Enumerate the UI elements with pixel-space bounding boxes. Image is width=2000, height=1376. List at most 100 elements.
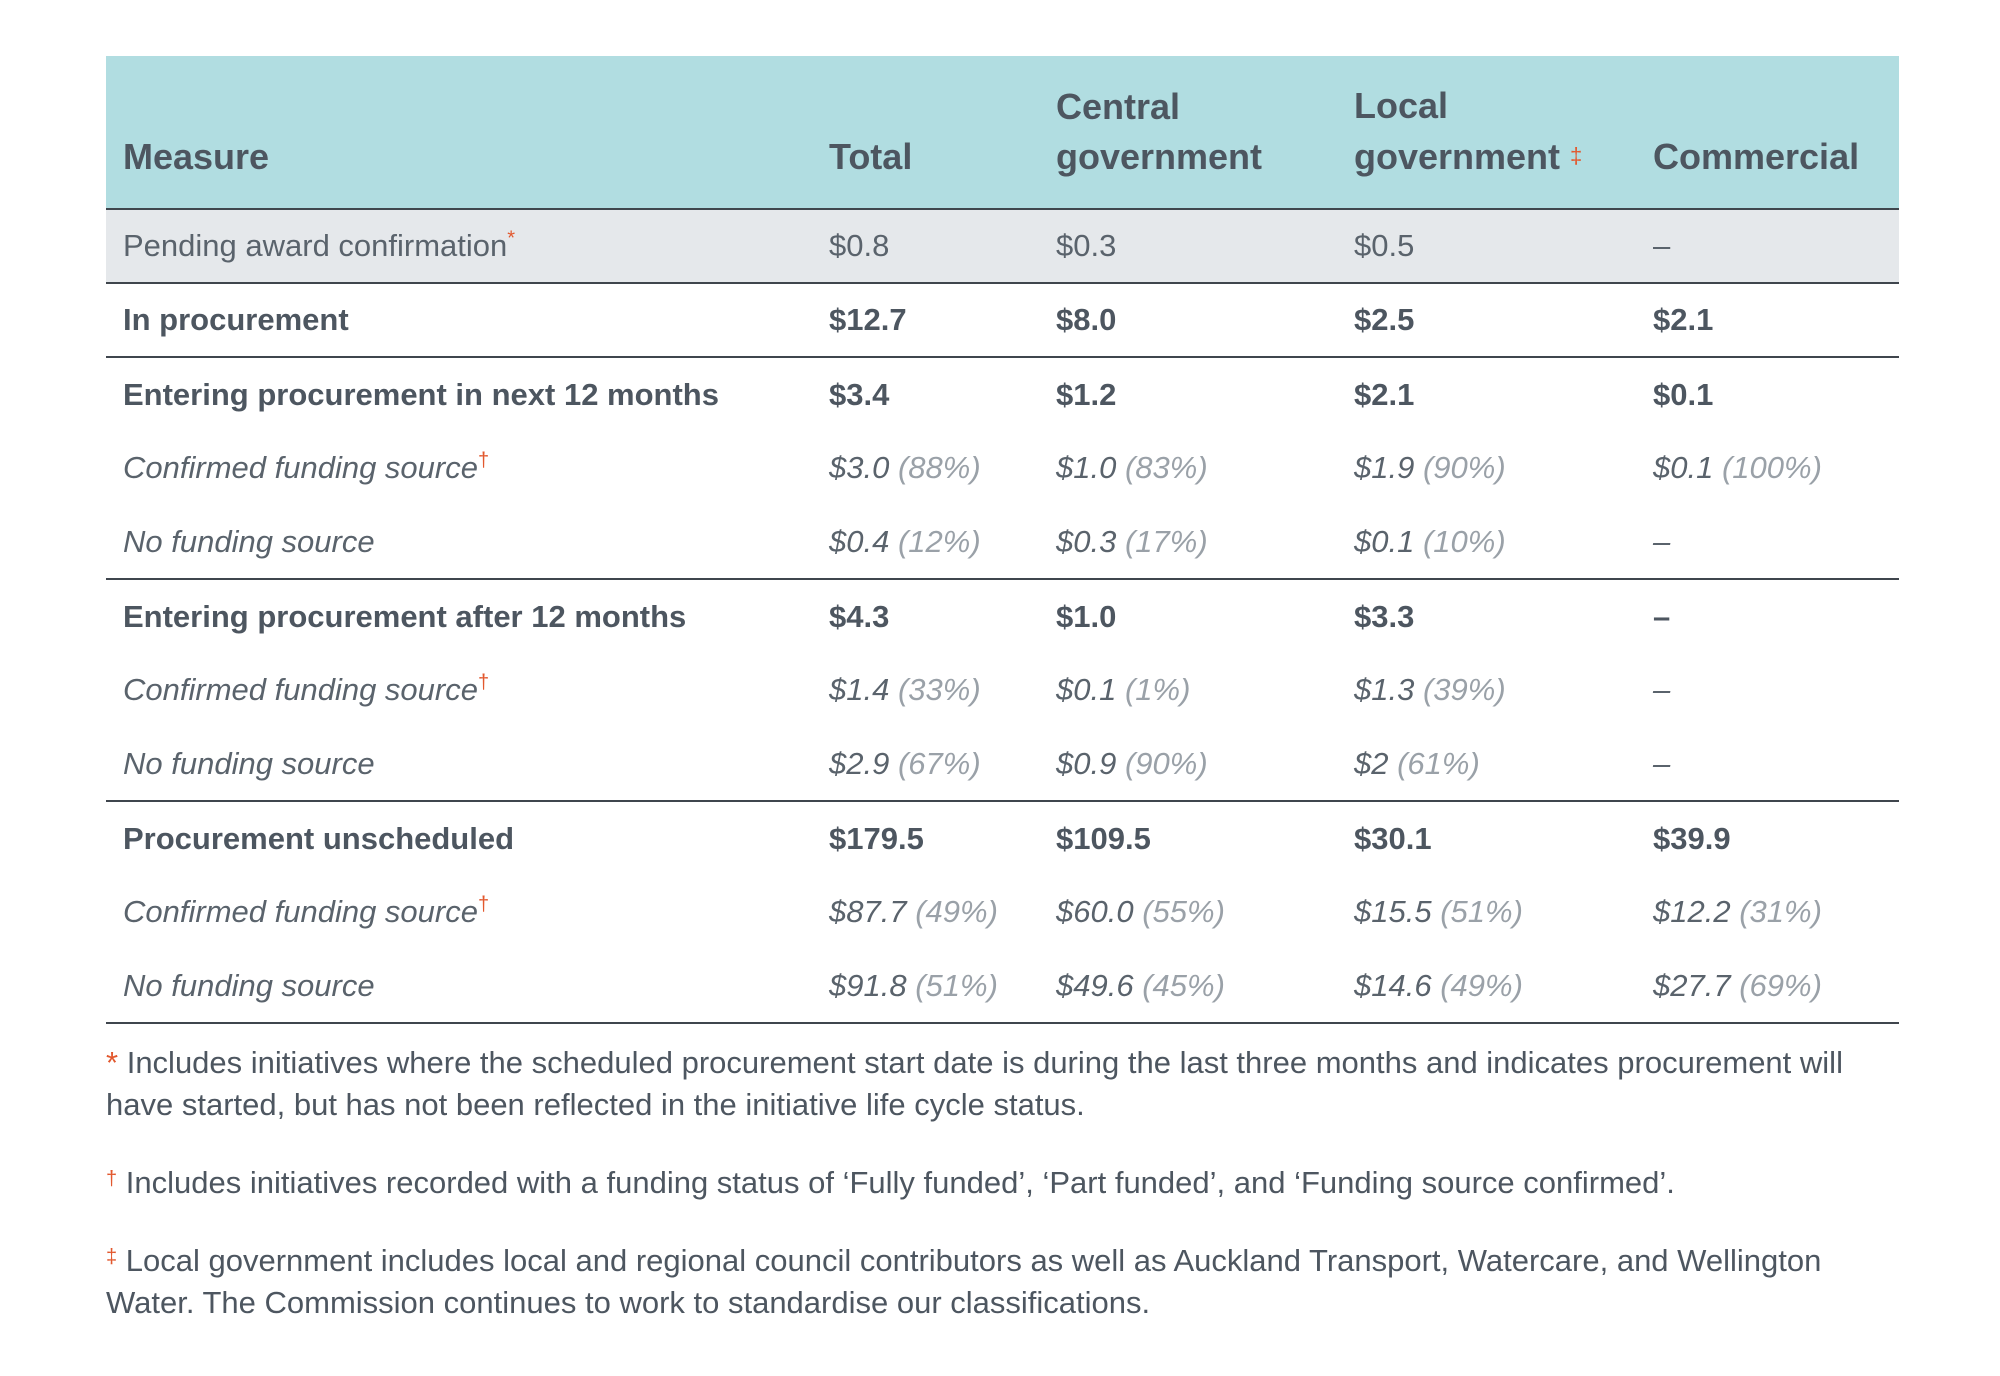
table-row: Entering procurement in next 12 months $3… xyxy=(106,357,1899,431)
total-cell: $1.4 (33%) xyxy=(829,672,981,707)
local-government-cell: $0.1 (10%) xyxy=(1338,505,1637,580)
footnote-mark: † xyxy=(477,671,490,694)
percent-share: (67%) xyxy=(897,745,981,781)
percent-share: (51%) xyxy=(915,967,998,1003)
table-header-row: Measure Total Central government Local gov… xyxy=(106,56,1899,210)
total-cell: $179.5 xyxy=(829,820,924,856)
commercial-cell: – xyxy=(1653,598,1671,634)
commercial-cell: $27.7 (69%) xyxy=(1637,949,1899,1024)
footnote-mark: † xyxy=(477,893,490,916)
percent-share: (55%) xyxy=(1142,894,1225,929)
percent-share: (10%) xyxy=(1422,523,1506,559)
total-cell: $91.8 (51%) xyxy=(812,949,1040,1024)
commercial-cell: – xyxy=(1637,505,1899,580)
total-cell: $0.4 (12%) xyxy=(812,505,1040,580)
percent-share: (49%) xyxy=(1440,967,1523,1003)
central-government-cell: $109.5 xyxy=(1056,820,1151,856)
commercial-cell: – xyxy=(1637,727,1899,802)
percent-share: (45%) xyxy=(1142,967,1225,1003)
row-label: No funding source xyxy=(106,727,812,802)
percent-share: (90%) xyxy=(1422,450,1506,485)
table-row: No funding source $2.9 (67%) $0.9 (90%) $2 … xyxy=(106,727,1899,802)
header-central-government: Central government xyxy=(1040,56,1338,210)
footnote-mark: * xyxy=(507,227,516,250)
table-row: No funding source $0.4 (12%) $0.3 (17%) $0.… xyxy=(106,505,1899,580)
local-government-cell: $14.6 (49%) xyxy=(1338,949,1637,1024)
percent-share: (39%) xyxy=(1422,672,1506,707)
footnote-mark: † xyxy=(106,1168,118,1190)
table-row: In procurement $12.7 $8.0 $2.5 $2.1 xyxy=(106,283,1899,358)
local-government-cell: $3.3 xyxy=(1354,598,1415,634)
local-government-cell: $1.3 (39%) xyxy=(1354,672,1506,707)
commercial-cell: $12.2 (31%) xyxy=(1653,894,1822,929)
footnote: ‡ Local government includes local and re… xyxy=(106,1236,1899,1324)
row-label: Procurement unscheduled xyxy=(123,820,515,856)
commercial-cell: $0.1 (100%) xyxy=(1653,450,1822,485)
total-cell: $2.9 (67%) xyxy=(812,727,1040,802)
percent-share: (49%) xyxy=(915,894,998,929)
commercial-cell: – xyxy=(1637,209,1899,284)
percent-share: (88%) xyxy=(897,450,981,485)
local-government-cell: $2 (61%) xyxy=(1338,727,1637,802)
total-cell: $12.7 xyxy=(812,283,1040,358)
footnote-mark: † xyxy=(477,449,490,472)
commercial-cell: $0.1 xyxy=(1653,376,1714,412)
table-row: Pending award confirmation* $0.8 $0.3 $0.5– xyxy=(106,209,1899,284)
footnote-text: Includes initiatives recorded with a fun… xyxy=(125,1165,1675,1200)
percent-share: (33%) xyxy=(897,672,981,707)
percent-share: (31%) xyxy=(1739,894,1822,929)
footnote: † Includes initiatives recorded with a f… xyxy=(106,1158,1899,1204)
central-government-cell: $0.3 xyxy=(1040,209,1338,284)
table-row: Entering procurement after 12 months $4.3… xyxy=(106,579,1899,653)
local-government-cell: $15.5 (51%) xyxy=(1354,894,1523,929)
total-cell: $87.7 (49%) xyxy=(829,894,998,929)
central-government-cell: $49.6 (45%) xyxy=(1040,949,1338,1024)
footnote-mark-double-dagger: ‡ xyxy=(1570,143,1583,168)
percent-share: (17%) xyxy=(1124,523,1208,559)
percent-share: (69%) xyxy=(1739,967,1822,1003)
row-label: No funding source xyxy=(106,505,812,580)
footnotes: * Includes initiatives where the schedul… xyxy=(106,1042,1899,1324)
percent-share: (12%) xyxy=(897,523,981,559)
local-government-cell: $2.5 xyxy=(1338,283,1637,358)
local-government-cell: $2.1 xyxy=(1354,376,1415,412)
percent-share: (83%) xyxy=(1124,450,1208,485)
header-local-government: Local government ‡ xyxy=(1338,56,1637,210)
procurement-funding-table: Measure Total Central government Local gov… xyxy=(106,56,1899,1024)
commercial-cell: $2.1 xyxy=(1637,283,1899,358)
row-label: Pending award confirmation* xyxy=(106,209,812,284)
row-label: Entering procurement in next 12 months xyxy=(123,376,719,412)
row-label: Confirmed funding source† xyxy=(123,671,490,707)
table-row: No funding source $91.8 (51%) $49.6 (45%) $… xyxy=(106,949,1899,1024)
local-government-cell: $1.9 (90%) xyxy=(1354,450,1506,485)
percent-share: (1%) xyxy=(1124,672,1191,707)
percent-share: (100%) xyxy=(1721,450,1822,485)
header-commercial: Commercial xyxy=(1637,56,1899,210)
footnote-mark: ‡ xyxy=(106,1246,118,1268)
row-label: In procurement xyxy=(106,283,812,358)
header-measure: Measure xyxy=(106,56,812,210)
central-government-cell: $60.0 (55%) xyxy=(1056,894,1225,929)
total-cell: $0.8 xyxy=(812,209,1040,284)
document-page: Measure Total Central government Local gov… xyxy=(106,56,1899,1356)
percent-share: (61%) xyxy=(1397,745,1480,781)
central-government-cell: $0.3 (17%) xyxy=(1040,505,1338,580)
percent-share: (51%) xyxy=(1440,894,1523,929)
table-row: Confirmed funding source† $3.0 (88%) $1.0 … xyxy=(106,431,1899,505)
header-total: Total xyxy=(812,56,1040,210)
local-government-cell: $30.1 xyxy=(1354,820,1432,856)
central-government-cell: $8.0 xyxy=(1040,283,1338,358)
total-cell: $4.3 xyxy=(829,598,890,634)
footnote-text: Includes initiatives where the scheduled… xyxy=(106,1045,1843,1122)
central-government-cell: $1.2 xyxy=(1056,376,1117,412)
footnote-text: Local government includes local and regi… xyxy=(106,1243,1822,1320)
commercial-cell: $39.9 xyxy=(1653,820,1731,856)
total-cell: $3.0 (88%) xyxy=(829,450,981,485)
local-government-cell: $0.5 xyxy=(1338,209,1637,284)
total-cell: $3.4 xyxy=(829,376,890,412)
central-government-cell: $1.0 xyxy=(1056,598,1117,634)
table-row: Confirmed funding source† $1.4 (33%) $0.1 … xyxy=(106,653,1899,727)
footnote-mark: * xyxy=(106,1045,119,1080)
table-row: Procurement unscheduled $179.5 $109.5 $30.1… xyxy=(106,801,1899,875)
row-label: No funding source xyxy=(106,949,812,1024)
